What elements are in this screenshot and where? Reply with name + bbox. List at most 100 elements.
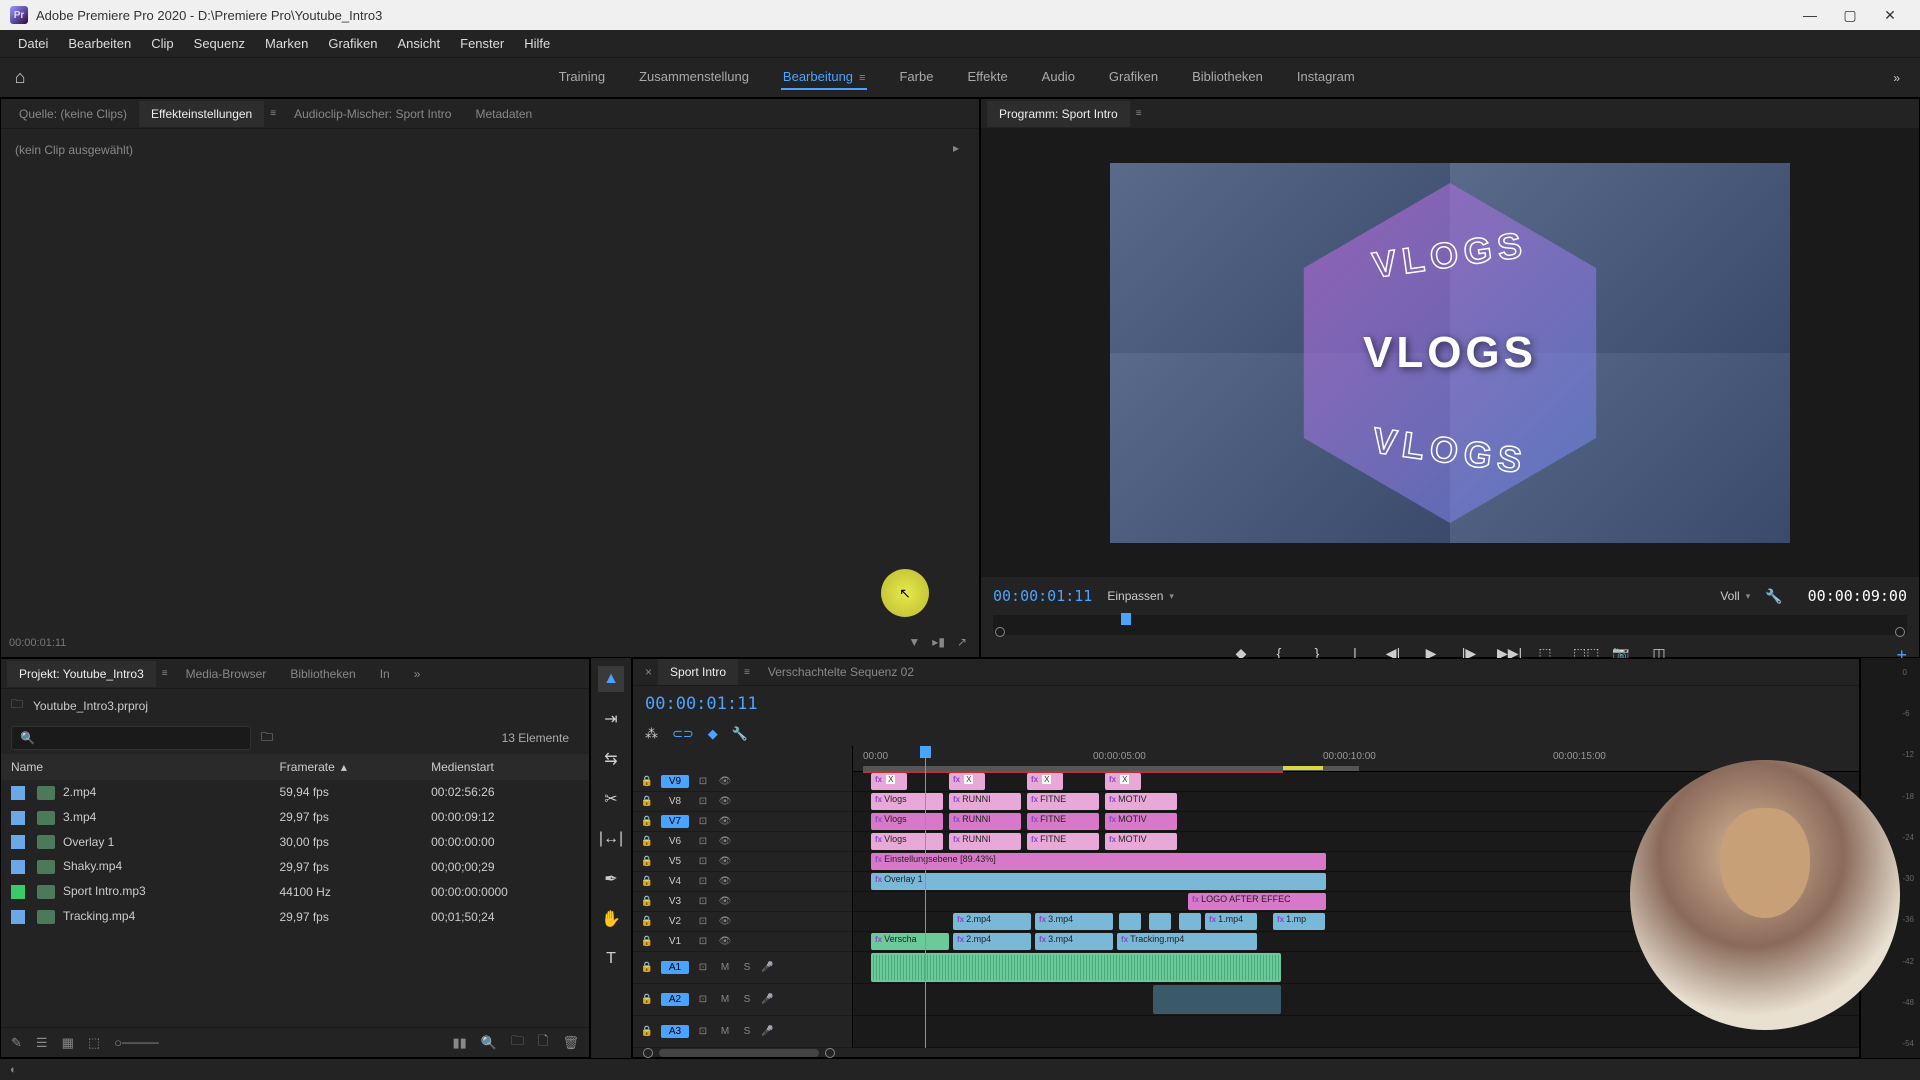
track-header-v4[interactable]: 🔒V4⊡👁 bbox=[633, 872, 852, 892]
new-bin-button[interactable]: 🗀 bbox=[511, 1032, 524, 1054]
table-row[interactable]: Shaky.mp429,97 fps00;00;00;29 bbox=[1, 854, 589, 879]
workspace-bearbeitung[interactable]: Bearbeitung≡ bbox=[781, 65, 868, 90]
clip[interactable]: fxVlogs bbox=[871, 793, 943, 810]
sync-lock-icon[interactable]: ⊡ bbox=[695, 856, 711, 867]
clip[interactable]: fxRUNNI bbox=[949, 833, 1021, 850]
menu-hilfe[interactable]: Hilfe bbox=[514, 32, 560, 55]
zoom-slider[interactable]: ○──── bbox=[114, 1035, 159, 1050]
menu-sequenz[interactable]: Sequenz bbox=[184, 32, 255, 55]
workspace-training[interactable]: Training bbox=[557, 65, 607, 90]
snap-icon[interactable]: ⁂ bbox=[645, 726, 658, 742]
workspace-overflow[interactable]: » bbox=[1873, 71, 1920, 85]
clip[interactable]: fx3.mp4 bbox=[1035, 913, 1113, 930]
track-header-v1[interactable]: 🔒V1⊡👁 bbox=[633, 932, 852, 952]
pen-tool[interactable]: ✒ bbox=[598, 866, 624, 892]
menu-bearbeiten[interactable]: Bearbeiten bbox=[58, 32, 141, 55]
export-frame-icon[interactable]: ↗ bbox=[957, 635, 967, 649]
razor-tool[interactable]: ✂ bbox=[598, 786, 624, 812]
expand-arrow-icon[interactable]: ▸ bbox=[953, 141, 959, 155]
eye-icon[interactable]: 👁 bbox=[717, 896, 733, 907]
sync-lock-icon[interactable]: ⊡ bbox=[695, 816, 711, 827]
workspace-farbe[interactable]: Farbe bbox=[897, 65, 935, 90]
table-row[interactable]: Tracking.mp429,97 fps00;01;50;24 bbox=[1, 904, 589, 929]
clip[interactable]: fxX bbox=[871, 773, 907, 790]
clip[interactable]: fxLOGO AFTER EFFEC bbox=[1188, 893, 1326, 910]
tab-source[interactable]: Metadaten bbox=[463, 101, 544, 127]
tab-project[interactable]: In bbox=[368, 661, 402, 687]
new-item-button[interactable]: 🗋 bbox=[538, 1032, 548, 1054]
workspace-effekte[interactable]: Effekte bbox=[965, 65, 1009, 90]
sync-lock-icon[interactable]: ⊡ bbox=[695, 796, 711, 807]
automate-icon[interactable]: ▮▮ bbox=[453, 1035, 467, 1051]
find-icon[interactable]: 🔍 bbox=[481, 1035, 497, 1051]
lock-icon[interactable]: 🔒 bbox=[639, 994, 655, 1005]
timeline-timecode[interactable]: 00:00:01:11 bbox=[645, 694, 1847, 714]
home-button[interactable]: ⌂ bbox=[0, 67, 40, 88]
track-header-v8[interactable]: 🔒V8⊡👁 bbox=[633, 792, 852, 812]
menu-ansicht[interactable]: Ansicht bbox=[387, 32, 450, 55]
sync-lock-icon[interactable]: ⊡ bbox=[695, 1026, 711, 1037]
clip[interactable]: fxX bbox=[949, 773, 985, 790]
clip[interactable] bbox=[1119, 913, 1141, 930]
clip[interactable]: fxOverlay 1 bbox=[871, 873, 1326, 890]
lock-icon[interactable]: 🔒 bbox=[639, 796, 655, 807]
eye-icon[interactable]: 👁 bbox=[717, 936, 733, 947]
column-header[interactable]: Medienstart bbox=[421, 754, 589, 780]
track-header-v6[interactable]: 🔒V6⊡👁 bbox=[633, 832, 852, 852]
eye-icon[interactable]: 👁 bbox=[717, 856, 733, 867]
playhead-marker[interactable] bbox=[1121, 613, 1131, 625]
clip[interactable]: fxTracking.mp4 bbox=[1117, 933, 1257, 950]
lock-icon[interactable]: 🔒 bbox=[639, 856, 655, 867]
menu-grafiken[interactable]: Grafiken bbox=[318, 32, 387, 55]
tab-sequence[interactable]: Verschachtelte Sequenz 02 bbox=[756, 659, 926, 685]
lock-icon[interactable]: 🔒 bbox=[639, 1026, 655, 1037]
tab-project[interactable]: Bibliotheken bbox=[278, 661, 367, 687]
sync-lock-icon[interactable]: ⊡ bbox=[695, 896, 711, 907]
hand-tool[interactable]: ✋ bbox=[598, 906, 624, 932]
track-header-a1[interactable]: 🔒A1⊡MS🎤 bbox=[633, 952, 852, 984]
clip[interactable]: fx3.mp4 bbox=[1035, 933, 1113, 950]
panel-menu-icon[interactable]: ≡ bbox=[1130, 108, 1148, 119]
track-header-v7[interactable]: 🔒V7⊡👁 bbox=[633, 812, 852, 832]
sync-lock-icon[interactable]: ⊡ bbox=[695, 994, 711, 1005]
clip[interactable]: fx1.mp bbox=[1273, 913, 1325, 930]
sync-lock-icon[interactable]: ⊡ bbox=[695, 836, 711, 847]
lock-icon[interactable]: 🔒 bbox=[639, 962, 655, 973]
menu-marken[interactable]: Marken bbox=[255, 32, 318, 55]
tab-source[interactable]: Effekteinstellungen bbox=[139, 101, 264, 127]
zoom-fit-dropdown[interactable]: Einpassen▾ bbox=[1107, 589, 1174, 603]
clip[interactable]: fxFITNE bbox=[1027, 793, 1099, 810]
mic-icon[interactable]: 🎤 bbox=[761, 994, 773, 1005]
tab-project[interactable]: Media-Browser bbox=[174, 661, 279, 687]
eye-icon[interactable]: 👁 bbox=[717, 916, 733, 927]
audio-clip[interactable] bbox=[871, 953, 1281, 982]
lock-icon[interactable]: 🔒 bbox=[639, 776, 655, 787]
program-viewer[interactable]: VLOGS VLOGS VLOGS bbox=[981, 129, 1919, 577]
search-input[interactable]: 🔍 bbox=[11, 726, 251, 750]
workspace-instagram[interactable]: Instagram bbox=[1295, 65, 1357, 90]
track-header-a2[interactable]: 🔒A2⊡MS🎤 bbox=[633, 984, 852, 1016]
track-header-a3[interactable]: 🔒A3⊡MS🎤 bbox=[633, 1016, 852, 1048]
eye-icon[interactable]: 👁 bbox=[717, 776, 733, 787]
eye-icon[interactable]: 👁 bbox=[717, 816, 733, 827]
column-header[interactable]: Name bbox=[1, 754, 269, 780]
type-tool[interactable]: T bbox=[598, 946, 624, 972]
timeline-scrollbar[interactable] bbox=[633, 1048, 1859, 1058]
insert-icon[interactable]: ▸▮ bbox=[932, 635, 945, 649]
clip[interactable]: fxRUNNI bbox=[949, 813, 1021, 830]
lock-icon[interactable]: 🔒 bbox=[639, 896, 655, 907]
track-select-tool[interactable]: ⇥ bbox=[598, 706, 624, 732]
tab-source[interactable]: Audioclip-Mischer: Sport Intro bbox=[282, 101, 463, 127]
settings-icon[interactable]: 🔧 bbox=[1765, 588, 1782, 605]
delete-button[interactable]: 🗑 bbox=[562, 1035, 579, 1051]
clip[interactable]: fx2.mp4 bbox=[953, 913, 1031, 930]
freeform-view-icon[interactable]: ⬚ bbox=[88, 1035, 100, 1051]
clip[interactable]: fxFITNE bbox=[1027, 813, 1099, 830]
clip[interactable]: fxVlogs bbox=[871, 813, 943, 830]
selection-tool[interactable]: ▲ bbox=[598, 666, 624, 692]
minimize-button[interactable]: — bbox=[1790, 0, 1830, 30]
slip-tool[interactable]: |↔| bbox=[598, 826, 624, 852]
mute-button[interactable]: M bbox=[717, 1026, 733, 1037]
clip[interactable]: fxFITNE bbox=[1027, 833, 1099, 850]
lock-icon[interactable]: 🔒 bbox=[639, 916, 655, 927]
